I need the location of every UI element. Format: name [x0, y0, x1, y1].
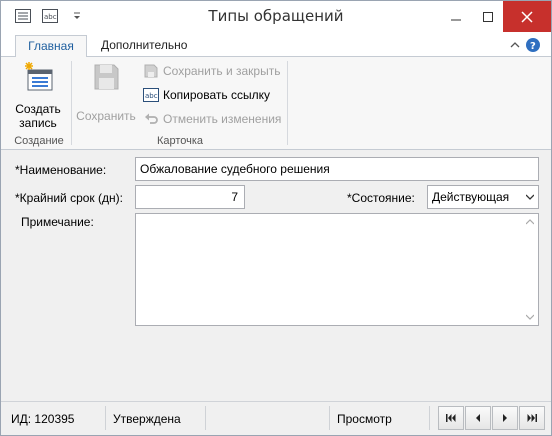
- deadline-field[interactable]: 7: [135, 185, 245, 209]
- status-label: *Состояние:: [347, 191, 415, 205]
- close-icon: [521, 10, 533, 23]
- name-field[interactable]: Обжалование судебного решения: [135, 157, 539, 181]
- app-window: abc Типы обращений Главная Дополнительно…: [0, 0, 552, 436]
- mode-indicator: Просмотр: [337, 412, 392, 426]
- copy-link-button[interactable]: abc Копировать ссылку: [143, 85, 270, 105]
- group-label-create: Создание: [14, 135, 64, 147]
- minimize-button[interactable]: [441, 1, 471, 32]
- group-label-card: Карточка: [156, 135, 204, 147]
- first-icon: [446, 414, 456, 422]
- approval-status: Утверждена: [113, 412, 181, 426]
- svg-text:abc: abc: [145, 92, 158, 100]
- deadline-label: *Крайний срок (дн):: [15, 191, 123, 205]
- next-icon: [503, 414, 507, 422]
- create-record-button[interactable]: Создать запись: [13, 61, 63, 130]
- close-button[interactable]: [503, 1, 551, 32]
- copy-link-icon: abc: [143, 87, 159, 103]
- previous-record-button[interactable]: [465, 406, 491, 430]
- scroll-down-icon[interactable]: [526, 314, 534, 320]
- collapse-ribbon-icon[interactable]: [508, 38, 522, 52]
- tab-additional[interactable]: Дополнительно: [89, 35, 199, 58]
- note-scrollbar[interactable]: [522, 214, 538, 325]
- title-bar: abc Типы обращений: [1, 1, 551, 32]
- create-record-label-line1: Создать: [15, 102, 61, 116]
- first-record-button[interactable]: [438, 406, 464, 430]
- note-label: Примечание:: [21, 215, 94, 229]
- save-close-label: Сохранить и закрыть: [163, 64, 281, 78]
- last-record-button[interactable]: [519, 406, 545, 430]
- status-separator: [429, 406, 430, 430]
- save-icon: [94, 64, 119, 90]
- tab-home[interactable]: Главная: [15, 35, 87, 58]
- status-separator: [205, 406, 206, 430]
- help-icon[interactable]: ?: [526, 38, 540, 52]
- ribbon-panel: Создать запись Создание Сохранить Сохран…: [1, 57, 551, 150]
- svg-text:?: ?: [530, 41, 536, 52]
- save-button[interactable]: Сохранить: [75, 61, 137, 123]
- chevron-down-icon: [526, 194, 534, 200]
- group-separator: [71, 61, 72, 145]
- maximize-button[interactable]: [473, 1, 503, 32]
- status-select[interactable]: Действующая: [427, 185, 539, 209]
- copy-link-label: Копировать ссылку: [163, 88, 270, 102]
- save-label: Сохранить: [76, 109, 136, 123]
- status-value: Действующая: [432, 190, 510, 204]
- record-id: ИД: 120395: [11, 412, 75, 426]
- previous-icon: [476, 414, 480, 422]
- ribbon-tabs: Главная Дополнительно ?: [1, 32, 551, 58]
- status-bar: ИД: 120395 Утверждена Просмотр: [1, 401, 551, 435]
- new-record-icon: [25, 62, 53, 91]
- undo-changes-label: Отменить изменения: [163, 112, 282, 126]
- create-record-label-line2: запись: [19, 116, 57, 130]
- status-separator: [105, 406, 106, 430]
- status-separator: [329, 406, 330, 430]
- save-close-icon: [143, 63, 159, 79]
- group-separator: [287, 61, 288, 145]
- record-form: *Наименование: Обжалование судебного реш…: [1, 151, 551, 401]
- undo-changes-button[interactable]: Отменить изменения: [143, 109, 281, 129]
- save-close-button[interactable]: Сохранить и закрыть: [143, 61, 280, 81]
- note-textarea[interactable]: [135, 213, 539, 326]
- next-record-button[interactable]: [492, 406, 518, 430]
- name-label: *Наименование:: [15, 163, 107, 177]
- scroll-up-icon[interactable]: [526, 219, 534, 225]
- undo-icon: [143, 111, 159, 127]
- last-icon: [527, 414, 537, 422]
